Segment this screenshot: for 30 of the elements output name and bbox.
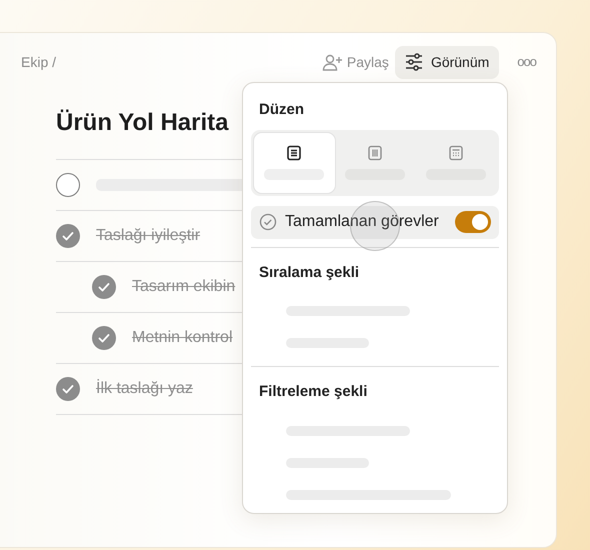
task-text: Taslağı iyileştir bbox=[96, 226, 200, 246]
task-text: İlk taslağı yaz bbox=[96, 378, 193, 399]
task-text: Tasarım ekibin bbox=[132, 277, 236, 297]
checked-circle[interactable] bbox=[92, 275, 116, 299]
share-button[interactable]: Paylaş bbox=[320, 48, 391, 76]
task-text: Metnin kontrol bbox=[132, 328, 232, 348]
check-icon bbox=[62, 231, 74, 241]
check-icon bbox=[62, 384, 74, 394]
columns-icon bbox=[367, 145, 383, 161]
add-person-icon bbox=[322, 53, 343, 71]
more-button[interactable]: ooo bbox=[515, 52, 538, 72]
checked-circle[interactable] bbox=[56, 224, 80, 248]
calendar-icon bbox=[448, 145, 464, 161]
section-title: Düzen bbox=[259, 100, 305, 120]
checked-circle[interactable] bbox=[92, 326, 116, 350]
toggle-switch[interactable] bbox=[455, 211, 491, 233]
breadcrumb: Ekip / bbox=[21, 52, 56, 72]
checked-circle[interactable] bbox=[56, 377, 80, 401]
toggle-label: Tamamlanan görevler bbox=[285, 212, 440, 232]
check-icon bbox=[98, 282, 110, 292]
sliders-icon bbox=[404, 53, 423, 71]
layout-option[interactable] bbox=[254, 132, 335, 192]
section-title: Sıralama şekli bbox=[259, 262, 360, 282]
empty-circle[interactable] bbox=[56, 173, 80, 197]
section-title: Filtreleme şekli bbox=[259, 382, 368, 402]
page-title: Ürün Yol Harita bbox=[56, 108, 228, 138]
list-icon bbox=[286, 145, 302, 161]
check-circle-icon bbox=[259, 213, 277, 231]
view-button[interactable]: Görünüm bbox=[394, 46, 500, 78]
check-icon bbox=[98, 333, 110, 343]
